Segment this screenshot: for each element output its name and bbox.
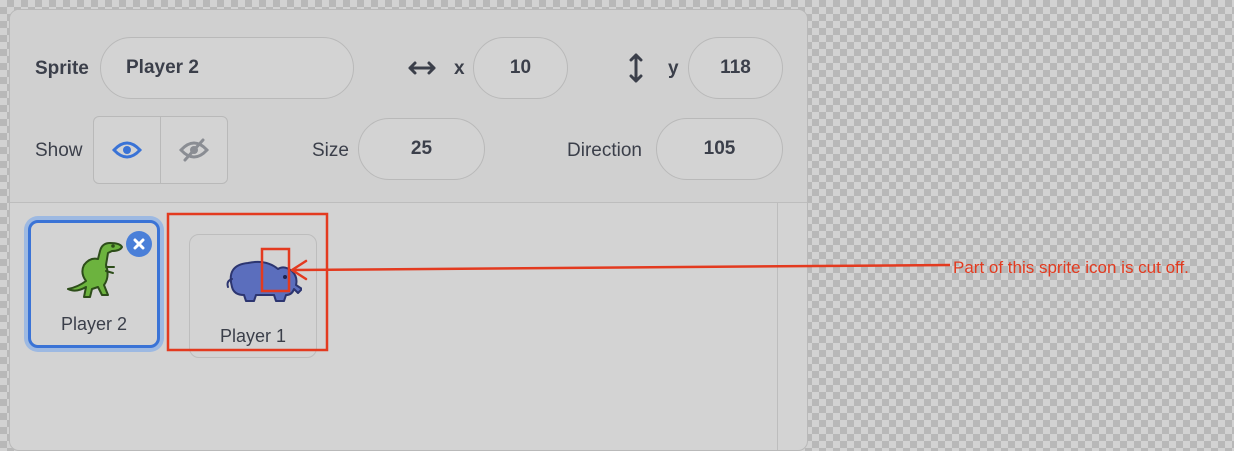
- y-label: y: [668, 58, 679, 79]
- x-label: x: [454, 58, 465, 79]
- sprite-info-panel: Sprite Player 2 x 10 y 118 Show Size 25 …: [10, 10, 807, 203]
- direction-label: Direction: [567, 140, 642, 161]
- y-input[interactable]: 118: [688, 37, 783, 99]
- scrollbar-track[interactable]: [777, 203, 778, 450]
- sprite-tile-player-2[interactable]: Player 2: [28, 220, 160, 348]
- show-toggle: [93, 116, 228, 184]
- eye-slash-icon: [179, 138, 209, 162]
- direction-input[interactable]: 105: [656, 118, 783, 180]
- hide-sprite-button[interactable]: [160, 117, 227, 183]
- delete-sprite-button[interactable]: [126, 231, 152, 257]
- sprite-name-input[interactable]: Player 2: [100, 37, 354, 99]
- sprite-pane: Sprite Player 2 x 10 y 118 Show Size 25 …: [9, 9, 808, 451]
- sprite-name-label: Player 2: [60, 314, 128, 334]
- sprite-label: Sprite: [35, 58, 89, 79]
- annotation-text: Part of this sprite icon is cut off.: [953, 258, 1189, 277]
- x-position-icon: [408, 61, 436, 75]
- sprite-list: Player 2 Player 1: [10, 203, 807, 450]
- dinosaur-icon: [67, 242, 123, 298]
- x-input[interactable]: 10: [473, 37, 568, 99]
- elephant-icon: [226, 260, 302, 302]
- close-icon: [133, 238, 145, 250]
- sprite-name-label: Player 1: [219, 326, 287, 346]
- size-label: Size: [312, 140, 349, 161]
- sprite-tile-player-1[interactable]: Player 1: [189, 234, 317, 358]
- size-input[interactable]: 25: [358, 118, 485, 180]
- eye-icon: [112, 141, 142, 159]
- show-sprite-button[interactable]: [94, 117, 160, 183]
- y-position-icon: [629, 53, 643, 83]
- show-label: Show: [35, 140, 83, 161]
